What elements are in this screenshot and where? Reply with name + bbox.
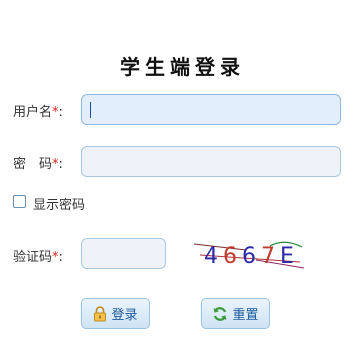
captcha-char: 4 bbox=[204, 244, 218, 269]
password-label: 密 码*: bbox=[13, 153, 63, 172]
reset-button-label: 重置 bbox=[232, 308, 259, 323]
label-colon: : bbox=[58, 250, 63, 265]
password-label-text: 密 码 bbox=[13, 157, 53, 172]
password-input[interactable] bbox=[81, 146, 341, 177]
show-password-label[interactable]: 显示密码 bbox=[33, 194, 85, 213]
captcha-label-text: 验证码 bbox=[13, 250, 53, 265]
captcha-label: 验证码*: bbox=[13, 246, 63, 265]
text-caret bbox=[90, 102, 91, 118]
captcha-image[interactable]: 4667E bbox=[192, 238, 305, 270]
username-label-text: 用户名 bbox=[13, 105, 53, 120]
username-label: 用户名*: bbox=[13, 101, 63, 120]
label-colon: : bbox=[58, 157, 63, 172]
reset-button[interactable]: 重置 bbox=[201, 298, 270, 329]
username-input[interactable] bbox=[81, 94, 341, 125]
label-colon: : bbox=[58, 105, 63, 120]
captcha-input[interactable] bbox=[81, 238, 166, 269]
lock-icon bbox=[94, 305, 107, 321]
captcha-char: 6 bbox=[242, 244, 256, 269]
captcha-text: 4667E bbox=[204, 244, 294, 269]
captcha-char: 7 bbox=[261, 244, 275, 269]
show-password-checkbox[interactable] bbox=[13, 195, 26, 208]
refresh-icon bbox=[213, 306, 227, 321]
login-page: 学生端登录 用户名*: 密 码*: 显示密码 验证码*: 4667E 登录 重置 bbox=[0, 0, 359, 359]
page-title: 学生端登录 bbox=[120, 55, 245, 79]
captcha-noise-line bbox=[193, 243, 247, 251]
login-button-label: 登录 bbox=[111, 308, 138, 323]
captcha-char: 6 bbox=[223, 244, 237, 269]
login-button[interactable]: 登录 bbox=[81, 298, 150, 329]
captcha-char: E bbox=[280, 244, 294, 269]
